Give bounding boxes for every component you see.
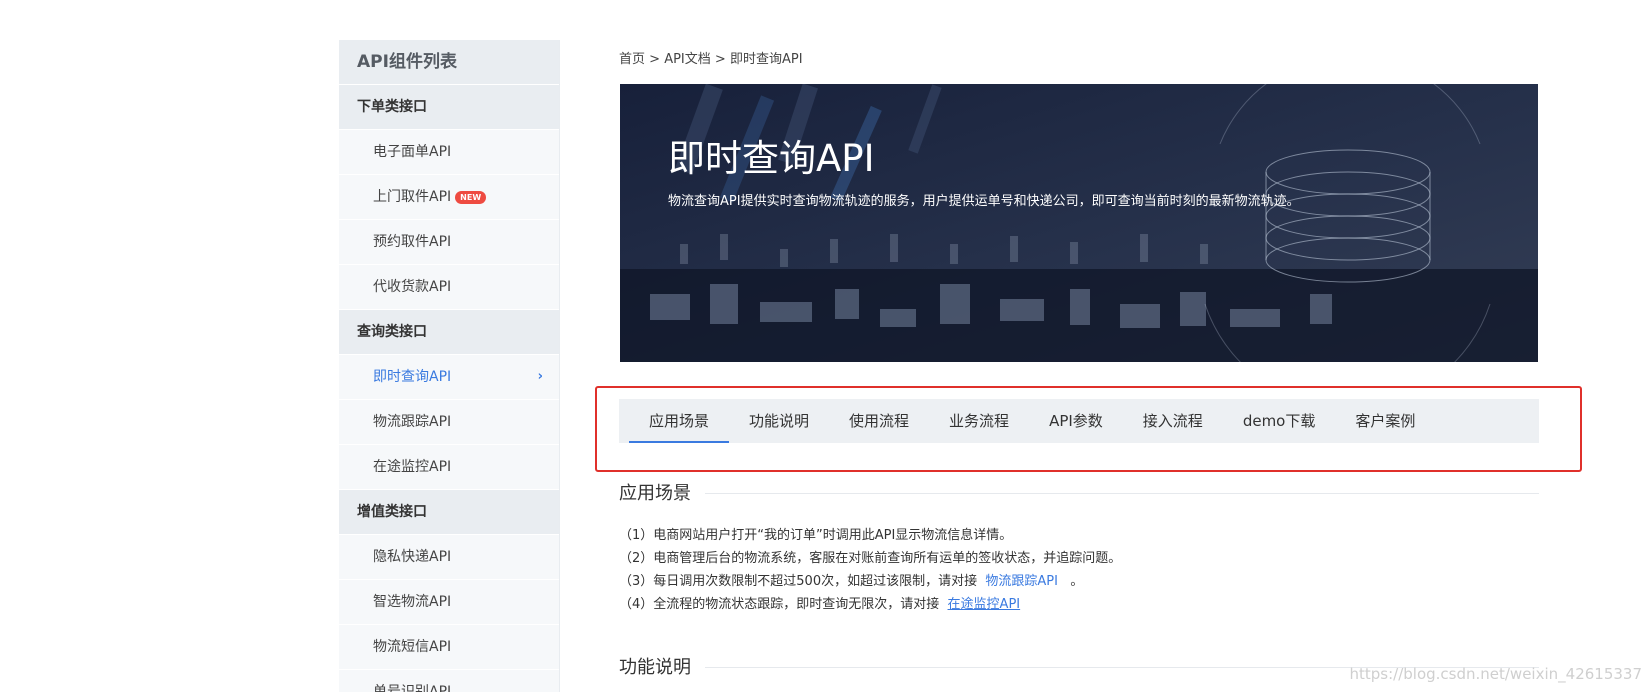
- sidebar-item-cod[interactable]: 代收货款API: [339, 265, 559, 309]
- sidebar-item-tracking[interactable]: 物流跟踪API: [339, 400, 559, 444]
- list-item-text: （3）每日调用次数限制不超过500次，如超过该限制，请对接: [619, 574, 978, 589]
- sidebar: API组件列表 下单类接口 电子面单API 上门取件API NEW 预约取件API…: [339, 40, 560, 692]
- sidebar-item-label: 隐私快递API: [373, 549, 452, 565]
- tracking-api-link[interactable]: 物流跟踪API: [985, 574, 1058, 589]
- new-badge: NEW: [455, 191, 487, 204]
- sidebar-item-label: 即时查询API: [373, 369, 452, 385]
- list-item-text: （2）电商管理后台的物流系统，客服在对账前查询所有运单的签收状态，并追踪问题。: [619, 551, 1122, 566]
- list-item-text: （4）全流程的物流状态跟踪，即时查询无限次，请对接: [619, 597, 940, 612]
- sidebar-item-label: 预约取件API: [373, 234, 452, 250]
- watermark: https://blog.csdn.net/weixin_42615337: [1349, 665, 1642, 683]
- section-heading-scenario: 应用场景: [619, 479, 1539, 509]
- sidebar-item-label: 电子面单API: [373, 144, 452, 160]
- sidebar-item-label: 智选物流API: [373, 594, 452, 610]
- sidebar-item-transit-monitor[interactable]: 在途监控API: [339, 445, 559, 489]
- breadcrumb-home-link[interactable]: 首页: [619, 52, 645, 67]
- banner-description: 物流查询API提供实时查询物流轨迹的服务，用户提供运单号和快递公司，即可查询当前…: [668, 194, 1300, 209]
- tab-features[interactable]: 功能说明: [729, 399, 829, 443]
- tab-integration-flow[interactable]: 接入流程: [1123, 399, 1223, 443]
- breadcrumb-separator: >: [649, 52, 661, 67]
- breadcrumb: 首页 > API文档 > 即时查询API: [619, 48, 803, 67]
- chevron-right-icon: ›: [537, 369, 543, 384]
- transit-monitor-api-link[interactable]: 在途监控API: [948, 597, 1021, 612]
- sidebar-item-label: 代收货款API: [373, 279, 452, 295]
- sidebar-item-number-recognition[interactable]: 单号识别API: [339, 670, 559, 692]
- tab-usage-flow[interactable]: 使用流程: [829, 399, 929, 443]
- sidebar-item-label: 在途监控API: [373, 459, 452, 475]
- section-title: 功能说明: [619, 653, 705, 679]
- tab-api-params[interactable]: API参数: [1029, 399, 1123, 443]
- hero-banner: 即时查询API 物流查询API提供实时查询物流轨迹的服务，用户提供运单号和快递公…: [620, 84, 1538, 362]
- tab-demo-download[interactable]: demo下载: [1223, 399, 1336, 443]
- sidebar-item-smart-logistics[interactable]: 智选物流API: [339, 580, 559, 624]
- sidebar-item-pickup[interactable]: 上门取件API NEW: [339, 175, 559, 219]
- sidebar-group-query: 查询类接口: [339, 310, 559, 354]
- list-item: （4）全流程的物流状态跟踪，即时查询无限次，请对接 在途监控API: [619, 593, 1539, 616]
- section-title: 应用场景: [619, 479, 705, 505]
- list-item: （2）电商管理后台的物流系统，客服在对账前查询所有运单的签收状态，并追踪问题。: [619, 547, 1539, 570]
- list-item: （1）电商网站用户打开“我的订单”时调用此API显示物流信息详情。: [619, 524, 1539, 547]
- tab-scenario[interactable]: 应用场景: [629, 399, 730, 443]
- circuit-board-background: [620, 84, 1538, 362]
- sidebar-item-label: 单号识别API: [373, 684, 452, 692]
- breadcrumb-separator: >: [714, 52, 726, 67]
- sidebar-item-sms[interactable]: 物流短信API: [339, 625, 559, 669]
- tab-bar: 应用场景 功能说明 使用流程 业务流程 API参数 接入流程 demo下载 客户…: [619, 399, 1539, 443]
- breadcrumb-api-docs-link[interactable]: API文档: [664, 52, 711, 67]
- sidebar-item-label: 上门取件API: [373, 189, 452, 205]
- banner-title: 即时查询API: [668, 137, 875, 180]
- sidebar-item-label: 物流跟踪API: [373, 414, 452, 430]
- list-item: （3）每日调用次数限制不超过500次，如超过该限制，请对接 物流跟踪API 。: [619, 570, 1539, 593]
- list-item-text: （1）电商网站用户打开“我的订单”时调用此API显示物流信息详情。: [619, 528, 1013, 543]
- sidebar-group-value-added: 增值类接口: [339, 490, 559, 534]
- sidebar-item-label: 物流短信API: [373, 639, 452, 655]
- sidebar-title: API组件列表: [339, 40, 559, 84]
- sidebar-item-instant-query[interactable]: 即时查询API ›: [339, 355, 559, 399]
- sidebar-item-waybill[interactable]: 电子面单API: [339, 130, 559, 174]
- tab-customer-cases[interactable]: 客户案例: [1335, 399, 1435, 443]
- section-divider: [619, 493, 1539, 494]
- list-item-suffix: 。: [1070, 574, 1084, 589]
- sidebar-item-scheduled-pickup[interactable]: 预约取件API: [339, 220, 559, 264]
- sidebar-group-order: 下单类接口: [339, 85, 559, 129]
- sidebar-item-private-express[interactable]: 隐私快递API: [339, 535, 559, 579]
- tab-business-flow[interactable]: 业务流程: [929, 399, 1029, 443]
- breadcrumb-current: 即时查询API: [729, 52, 803, 67]
- scenario-list: （1）电商网站用户打开“我的订单”时调用此API显示物流信息详情。 （2）电商管…: [619, 524, 1539, 616]
